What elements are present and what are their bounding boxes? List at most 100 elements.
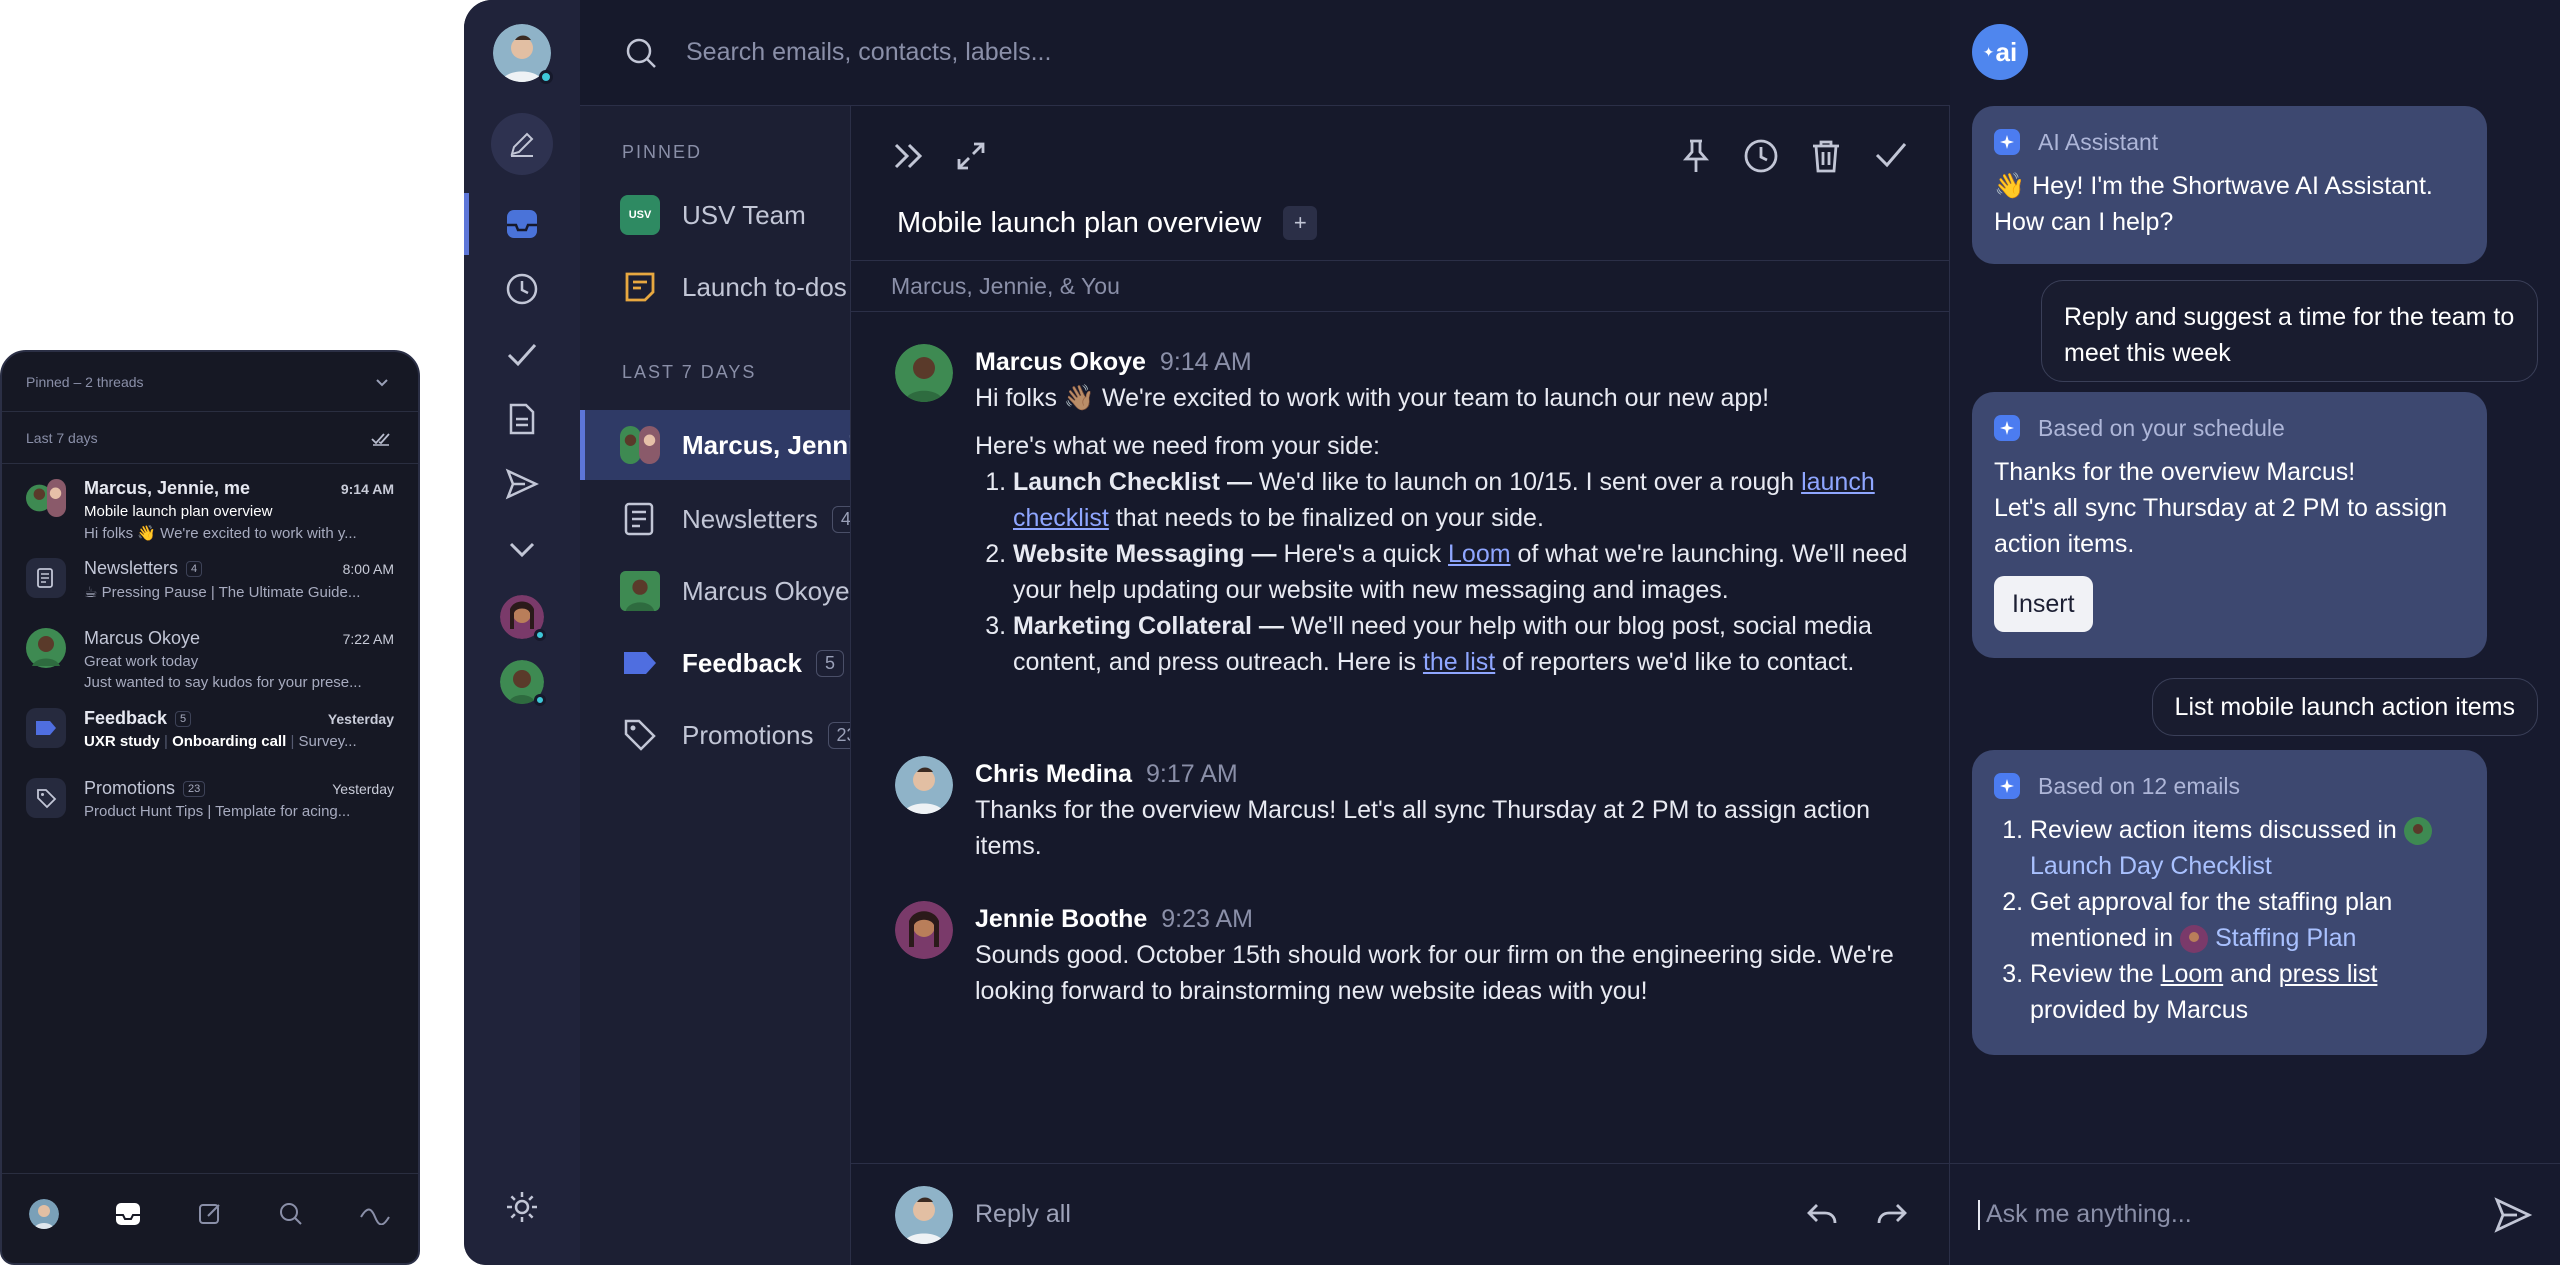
message: Jennie Boothe 9:23 AM Sounds good. Octobe… bbox=[895, 901, 1915, 1009]
done-check-icon[interactable] bbox=[1873, 138, 1909, 174]
reply-icon[interactable] bbox=[1805, 1201, 1839, 1229]
mobile-thread-title: Marcus Okoye bbox=[84, 628, 201, 648]
ai-logo: ✦ ai bbox=[1972, 24, 2028, 80]
newsletter-icon bbox=[26, 558, 66, 598]
sparkle-icon bbox=[1994, 415, 2020, 441]
reply-input[interactable]: Reply all bbox=[975, 1200, 1805, 1229]
mobile-thread-preview: Product Hunt Tips | Template for acing..… bbox=[84, 803, 351, 820]
mobile-section-label: Last 7 days bbox=[26, 429, 98, 446]
mobile-thread-item[interactable]: Feedback 5 Yesterday UXR study | Onboardin… bbox=[2, 708, 418, 764]
thread-subject: Mobile launch plan overview + bbox=[897, 206, 1318, 240]
avatar bbox=[2180, 925, 2209, 954]
search-icon[interactable] bbox=[278, 1201, 304, 1227]
page-title: Mobile launch plan overview bbox=[897, 206, 1262, 239]
count-badge: 4 bbox=[831, 505, 850, 533]
send-icon[interactable] bbox=[464, 455, 580, 513]
mobile-thread-time: 8:00 AM bbox=[342, 560, 394, 577]
account-avatar[interactable] bbox=[464, 653, 580, 711]
thread-list: PINNED USV USV Team Launch to-dos LAST 7… bbox=[580, 106, 850, 1265]
user-text: List mobile launch action items bbox=[2174, 693, 2515, 721]
message-text: Hi folks 👋🏽 We're excited to work with y… bbox=[975, 384, 1770, 412]
pin-icon[interactable] bbox=[1679, 138, 1713, 174]
compose-icon[interactable] bbox=[197, 1201, 223, 1227]
search-icon[interactable] bbox=[624, 36, 658, 70]
chevron-down-icon[interactable] bbox=[464, 520, 580, 578]
ai-prompt-input[interactable]: Ask me anything... bbox=[1986, 1200, 2494, 1229]
message-time: 9:14 AM bbox=[1159, 348, 1252, 376]
ai-text: 👋 Hey! I'm the Shortwave AI Assistant. H… bbox=[1994, 172, 2433, 236]
avatar bbox=[895, 901, 953, 959]
drafts-icon[interactable] bbox=[464, 390, 580, 448]
list-item-label: Promotions bbox=[682, 719, 814, 750]
message-text: Here's what we need from your side: bbox=[975, 432, 1380, 460]
count-badge: 5 bbox=[815, 649, 844, 677]
the-list-link[interactable]: the list bbox=[1423, 648, 1495, 676]
mobile-thread-title: Newsletters bbox=[84, 558, 179, 578]
label-icon bbox=[26, 708, 66, 748]
mobile-thread-item[interactable]: Marcus Okoye 7:22 AM Great work today Jus… bbox=[2, 628, 418, 694]
list-item-launch-todos[interactable]: Launch to-dos bbox=[580, 252, 850, 322]
forward-icon[interactable] bbox=[1875, 1201, 1909, 1229]
mobile-thread-item[interactable]: Marcus, Jennie, me 9:14 AM Mobile launch … bbox=[2, 478, 418, 544]
list-item-promotions[interactable]: Promotions 23 bbox=[580, 700, 850, 770]
avatar bbox=[895, 1185, 953, 1244]
staffing-plan-link[interactable]: Staffing Plan bbox=[2215, 924, 2356, 952]
list-item-marcus-jennie[interactable]: Marcus, Jennie, me bbox=[580, 410, 850, 480]
account-avatar[interactable] bbox=[464, 588, 580, 646]
avatar bbox=[895, 756, 953, 814]
mobile-thread-time: Yesterday bbox=[332, 780, 394, 797]
press-list-link[interactable]: press list bbox=[2279, 960, 2378, 988]
shortwave-logo-icon[interactable] bbox=[359, 1203, 391, 1225]
expand-icon[interactable] bbox=[955, 140, 987, 172]
participants: Marcus, Jennie, & You bbox=[851, 260, 1949, 312]
mobile-thread-time: 9:14 AM bbox=[340, 480, 394, 497]
mobile-thread-subject: Mobile launch plan overview bbox=[84, 503, 273, 520]
compose-button[interactable] bbox=[464, 113, 580, 175]
inbox-icon[interactable] bbox=[114, 1201, 142, 1227]
list-item-newsletters[interactable]: Newsletters 4 bbox=[580, 484, 850, 554]
insert-button[interactable]: Insert bbox=[1994, 576, 2093, 632]
check-icon[interactable] bbox=[464, 325, 580, 383]
add-label-button[interactable]: + bbox=[1283, 206, 1318, 240]
sender-name: Chris Medina bbox=[975, 760, 1132, 788]
mobile-thread-item[interactable]: Promotions 23 Yesterday Product Hunt Tips … bbox=[2, 778, 418, 834]
ai-text: Let's all sync Thursday at 2 PM to assig… bbox=[1994, 494, 2448, 558]
search-input[interactable]: Search emails, contacts, labels... bbox=[686, 38, 1051, 67]
mark-all-done-icon[interactable] bbox=[370, 430, 392, 446]
list-item-marcus-okoye[interactable]: Marcus Okoye bbox=[580, 556, 850, 626]
message-time: 9:23 AM bbox=[1161, 905, 1253, 933]
note-icon bbox=[620, 267, 660, 307]
message: Marcus Okoye 9:14 AM Hi folks 👋🏽 We're ex… bbox=[895, 344, 1915, 680]
label-icon bbox=[620, 643, 660, 683]
mobile-pinned-header[interactable]: Pinned – 2 threads bbox=[2, 352, 418, 412]
message-text: Sounds good. October 15th should work fo… bbox=[975, 941, 1894, 1005]
inbox-icon[interactable] bbox=[464, 195, 580, 253]
clock-icon[interactable] bbox=[464, 260, 580, 318]
mobile-thread-title: Feedback bbox=[84, 708, 168, 728]
list-item-label: USV Team bbox=[682, 199, 806, 230]
avatar bbox=[2403, 817, 2432, 846]
mobile-thread-item[interactable]: Newsletters 4 8:00 AM ☕ Pressing Pause | T… bbox=[2, 558, 418, 614]
mobile-bottom-nav bbox=[2, 1173, 418, 1263]
avatar bbox=[26, 628, 66, 668]
collapse-icon[interactable] bbox=[891, 140, 927, 172]
snooze-clock-icon[interactable] bbox=[1743, 138, 1779, 174]
trash-icon[interactable] bbox=[1809, 138, 1843, 174]
gear-icon[interactable] bbox=[464, 1178, 580, 1236]
mobile-thread-title: Marcus, Jennie, me bbox=[84, 478, 251, 498]
loom-link[interactable]: Loom bbox=[1448, 540, 1511, 568]
ai-message: Based on your schedule Thanks for the ov… bbox=[1972, 392, 2487, 658]
profile-avatar[interactable] bbox=[29, 1198, 60, 1229]
profile-avatar[interactable] bbox=[464, 24, 580, 84]
ai-action-list: Review action items discussed in Launch … bbox=[1994, 812, 2465, 1028]
list-item-feedback[interactable]: Feedback 5 bbox=[580, 628, 850, 698]
loom-link[interactable]: Loom bbox=[2161, 960, 2224, 988]
ai-tag: AI Assistant bbox=[2038, 129, 2159, 155]
launch-day-checklist-link[interactable]: Launch Day Checklist bbox=[2030, 852, 2272, 880]
section-label-pinned: PINNED bbox=[622, 142, 703, 162]
list-item-usv-team[interactable]: USV USV Team bbox=[580, 180, 850, 250]
chevron-down-icon[interactable] bbox=[374, 374, 390, 390]
tag-icon bbox=[26, 778, 66, 818]
send-icon[interactable] bbox=[2494, 1196, 2532, 1233]
tag-icon bbox=[620, 715, 660, 755]
